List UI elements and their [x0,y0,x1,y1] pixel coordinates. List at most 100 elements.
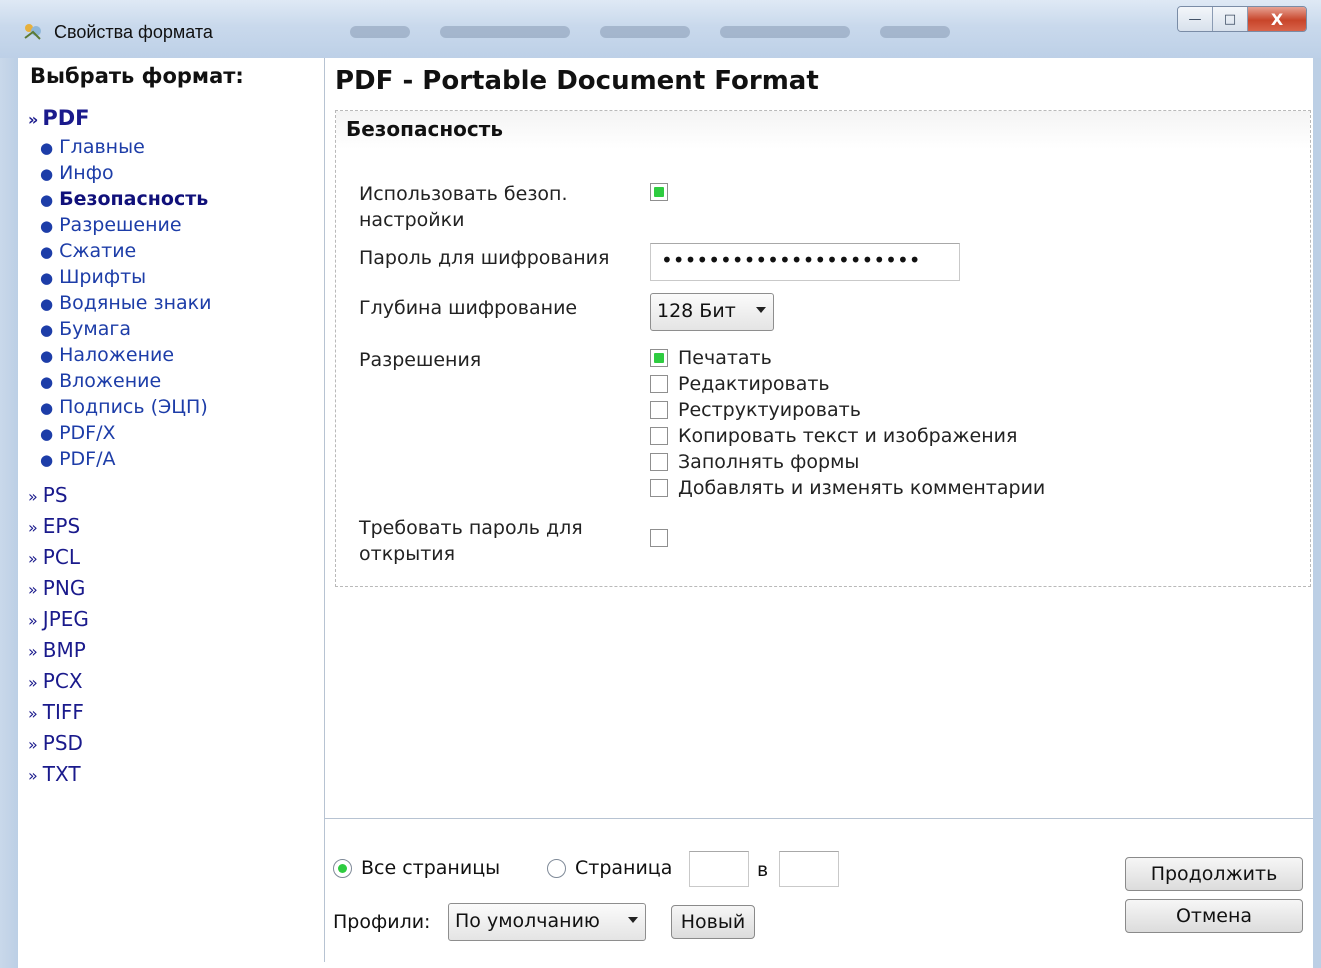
permission-row: Заполнять формы [650,449,1110,475]
password-field[interactable]: •••••••••••••••••••••• [650,243,960,281]
maximize-button[interactable]: □ [1213,7,1248,31]
sidebar-item-label: PS [42,483,68,507]
expand-arrow-icon: » [28,642,38,661]
blurred-menu-item [440,26,570,38]
profiles-label: Профили: [333,911,431,933]
expand-arrow-icon: » [28,110,39,129]
sidebar-item-format[interactable]: » PCL [28,542,89,573]
bullet-icon: ● [40,295,54,313]
sidebar-item-label: PCX [42,669,83,693]
bullet-icon: ● [40,139,54,157]
sidebar-subitem[interactable]: ● Бумага [28,316,211,342]
require-password-label: Требовать пароль для открытия [359,517,583,565]
bullet-icon: ● [40,373,54,391]
sidebar-subitem-label: Вложение [59,370,162,392]
sidebar-subitem[interactable]: ● Вложение [28,368,211,394]
window-titlebar: Свойства формата — □ X [0,0,1321,59]
sidebar-subitem-label: Шрифты [59,266,147,288]
expand-arrow-icon: » [28,611,38,630]
sidebar-subitem[interactable]: ● Инфо [28,160,211,186]
expand-arrow-icon: » [28,487,38,506]
sidebar-item-format[interactable]: » EPS [28,511,89,542]
permission-label: Заполнять формы [678,451,860,473]
sidebar-subitem[interactable]: ● PDF/A [28,446,211,472]
blurred-menu-item [600,26,690,38]
sidebar-subitem[interactable]: ● Подпись (ЭЦП) [28,394,211,420]
sidebar-subitem[interactable]: ● Шрифты [28,264,211,290]
continue-button[interactable]: Продолжить [1125,857,1303,891]
bullet-icon: ● [40,243,54,261]
bullet-icon: ● [40,347,54,365]
sidebar-subitem-label: Подпись (ЭЦП) [59,396,208,418]
sidebar-item-format[interactable]: » JPEG [28,604,89,635]
permission-row: Добавлять и изменять комментарии [650,475,1110,501]
use-security-checkbox[interactable] [650,183,668,201]
chevron-down-icon [756,307,766,313]
expand-arrow-icon: » [28,673,38,692]
cancel-button[interactable]: Отмена [1125,899,1303,933]
sidebar-subitem[interactable]: ● Разрешение [28,212,211,238]
permission-checkbox[interactable] [650,453,668,471]
bottom-panel: Все страницы Страница в Профили: По умол… [325,818,1313,963]
expand-arrow-icon: » [28,580,38,599]
minimize-button[interactable]: — [1178,7,1213,31]
sidebar-subitem[interactable]: ● Сжатие [28,238,211,264]
section-header: Безопасность [336,111,1310,149]
sidebar-item-format[interactable]: » PCX [28,666,89,697]
permission-checkbox[interactable] [650,427,668,445]
page-from-input[interactable] [689,851,749,887]
encryption-depth-value: 128 Бит [657,300,736,322]
permission-checkbox[interactable] [650,375,668,393]
sidebar-item-pdf[interactable]: » PDF [28,106,211,134]
blurred-menu-item [720,26,850,38]
sidebar-item-format[interactable]: » TXT [28,759,89,790]
sidebar-item-format[interactable]: » PNG [28,573,89,604]
encryption-depth-label: Глубина шифрование [359,297,578,319]
sidebar-subitem-label: PDF/X [59,422,116,444]
encryption-depth-select[interactable]: 128 Бит [650,293,774,331]
bullet-icon: ● [40,269,54,287]
bullet-icon: ● [40,165,54,183]
bullet-icon: ● [40,451,54,469]
sidebar-item-format[interactable]: » PS [28,480,89,511]
bullet-icon: ● [40,191,54,209]
page-to-input[interactable] [779,851,839,887]
permissions-list: Печатать Редактировать Реструктуировать Коп… [650,345,1110,505]
sidebar-subitem[interactable]: ● Безопасность [28,186,211,212]
permission-label: Редактировать [678,373,830,395]
permission-checkbox[interactable] [650,349,668,367]
window-frame-right [1313,58,1321,968]
sidebar-subitem[interactable]: ● Водяные знаки [28,290,211,316]
sidebar-subitem-label: Безопасность [59,188,209,210]
password-value: •••••••••••••••••••••• [661,248,921,272]
permission-checkbox[interactable] [650,401,668,419]
sidebar-item-format[interactable]: » BMP [28,635,89,666]
new-profile-button[interactable]: Новый [671,905,755,939]
sidebar-item-label: BMP [42,638,86,662]
bullet-icon: ● [40,425,54,443]
expand-arrow-icon: » [28,766,38,785]
profile-select[interactable]: По умолчанию [448,903,646,941]
format-sidebar: Выбрать формат: » PDF ● Главные ● Инфо ● Безоп… [18,58,325,962]
close-button[interactable]: X [1248,7,1306,31]
sidebar-subitem[interactable]: ● PDF/X [28,420,211,446]
sidebar-subitem-label: Водяные знаки [59,292,212,314]
sidebar-item-label: EPS [42,514,81,538]
permission-label: Печатать [678,347,772,369]
all-pages-radio[interactable] [333,859,352,878]
sidebar-item-label: PDF [42,106,90,130]
pdf-group: » PDF ● Главные ● Инфо ● Безопасность ● Разрешен… [28,106,211,472]
main-panel: PDF - Portable Document Format Безопасно… [325,58,1313,818]
sidebar-subitem-label: Наложение [59,344,175,366]
page-range-radio[interactable] [547,859,566,878]
sidebar-subitem[interactable]: ● Наложение [28,342,211,368]
permission-checkbox[interactable] [650,479,668,497]
sidebar-subitem[interactable]: ● Главные [28,134,211,160]
format-list: » PS» EPS» PCL» PNG» JPEG» BMP» PCX» TIFF» PSD» TX… [28,480,89,790]
permission-row: Редактировать [650,371,1110,397]
sidebar-item-format[interactable]: » TIFF [28,697,89,728]
require-password-checkbox[interactable] [650,529,668,547]
bullet-icon: ● [40,321,54,339]
sidebar-item-format[interactable]: » PSD [28,728,89,759]
all-pages-label: Все страницы [361,857,501,879]
